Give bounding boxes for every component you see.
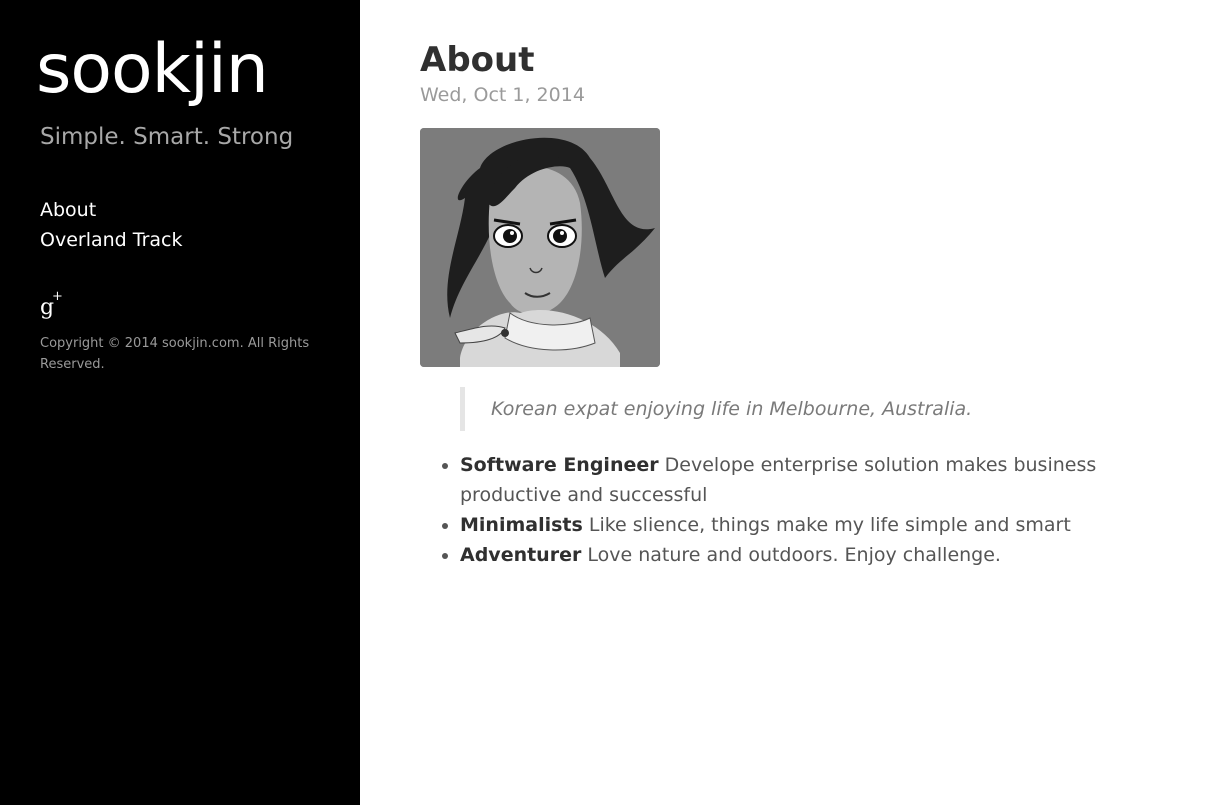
trait-term: Adventurer — [460, 544, 582, 566]
sidebar-nav: About Overland Track — [40, 195, 320, 255]
list-item: Software Engineer Develope enterprise so… — [460, 450, 1170, 510]
avatar-illustration — [420, 128, 660, 367]
sidebar: sookjin Simple. Smart. Strong About Over… — [0, 0, 360, 805]
avatar-caricature — [420, 128, 660, 367]
list-item: Adventurer Love nature and outdoors. Enj… — [460, 540, 1170, 570]
trait-term: Software Engineer — [460, 454, 659, 476]
page-title: About — [420, 40, 535, 80]
traits-list: Software Engineer Develope enterprise so… — [420, 450, 1170, 570]
copyright-text: Copyright © 2014 sookjin.com. All Rights… — [40, 336, 310, 372]
trait-description: Love nature and outdoors. Enjoy challeng… — [581, 544, 1001, 566]
list-item: Minimalists Like slience, things make my… — [460, 510, 1170, 540]
post-date: Wed, Oct 1, 2014 — [420, 84, 585, 106]
google-plus-icon[interactable]: g + — [40, 289, 63, 321]
quote: Korean expat enjoying life in Melbourne,… — [460, 387, 1130, 431]
main-content: About Wed, Oct 1, 2014 Korean expat enjo… — [420, 38, 1170, 570]
nav-item-overland-track[interactable]: Overland Track — [40, 225, 320, 255]
site-tagline: Simple. Smart. Strong — [40, 124, 294, 150]
site-title[interactable]: sookjin — [36, 36, 320, 104]
page: sookjin Simple. Smart. Strong About Over… — [0, 0, 1227, 805]
nav-item-about[interactable]: About — [40, 195, 320, 225]
trait-description: Like slience, things make my life simple… — [582, 514, 1071, 536]
trait-term: Minimalists — [460, 514, 583, 536]
